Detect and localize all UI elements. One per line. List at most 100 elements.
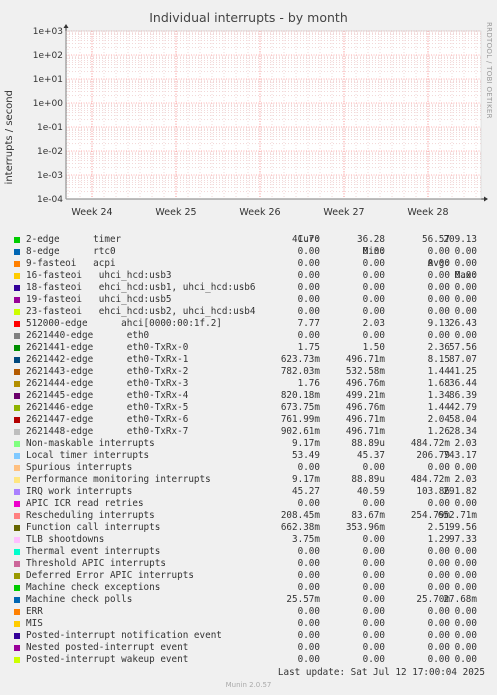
x-tick-label: Week 27 [323, 207, 364, 218]
legend-max: 2.03 [454, 474, 477, 485]
legend-row: 2-edge timer 41.70 36.28 56.57 209.13 [12, 234, 488, 246]
legend-label: Performance monitoring interrupts [26, 474, 211, 485]
legend-min: 0.00 [362, 594, 385, 605]
x-tick-label: Week 26 [239, 207, 280, 218]
x-tick-label: Week 24 [71, 207, 112, 218]
legend-min: 83.67m [351, 510, 385, 521]
legend-swatch [14, 645, 20, 651]
legend-swatch [14, 441, 20, 447]
legend-row: 512000-edge ahci[0000:00:1f.2] 7.77 2.03 9.… [12, 318, 488, 330]
legend-min: 0.00 [362, 558, 385, 569]
legend-label: Machine check exceptions [26, 582, 161, 593]
legend-swatch [14, 513, 20, 519]
legend-cur: 0.00 [297, 546, 320, 557]
legend-cur: 0.00 [297, 630, 320, 641]
legend-row: Local timer interrupts 53.49 45.37 206.79 74… [12, 450, 488, 462]
legend-row: Machine check polls 25.57m 0.00 25.70m 27.68… [12, 594, 488, 606]
legend-swatch [14, 321, 20, 327]
legend-swatch [14, 309, 20, 315]
legend-max: 0.00 [454, 582, 477, 593]
legend-min: 0.00 [362, 606, 385, 617]
legend-label: Rescheduling interrupts [26, 510, 155, 521]
legend-row: 2621446-edge eth0-TxRx-5 673.75m 496.76m 1.… [12, 402, 488, 414]
legend-swatch [14, 453, 20, 459]
legend-label: 9-fasteoi acpi [26, 258, 116, 269]
legend-label: 18-fasteoi ehci_hcd:usb1, uhci_hcd:usb6 [26, 282, 256, 293]
legend-min: 1.50 [362, 342, 385, 353]
legend-cur: 0.00 [297, 642, 320, 653]
legend-label: 8-edge rtc0 [26, 246, 116, 257]
legend-max: 291.82 [443, 486, 477, 497]
legend-label: Non-maskable interrupts [26, 438, 155, 449]
legend-cur: 0.00 [297, 306, 320, 317]
chart: 1e+03 1e+02 1e+01 1e+00 1e-01 1e-02 1e-03 1e-04… [33, 24, 488, 218]
legend-swatch [14, 405, 20, 411]
legend-min: 2.03 [362, 318, 385, 329]
legend-cur: 3.75m [292, 534, 320, 545]
legend-max: 0.00 [454, 546, 477, 557]
legend-swatch [14, 393, 20, 399]
y-tick-label: 1e-03 [37, 171, 63, 181]
legend-label: 2621440-edge eth0 [26, 330, 150, 341]
legend-swatch [14, 549, 20, 555]
legend-max: 0.00 [454, 246, 477, 257]
legend-swatch [14, 369, 20, 375]
legend-row: 2621441-edge eth0-TxRx-0 1.75 1.50 2.36 57.5… [12, 342, 488, 354]
legend-row: TLB shootdowns 3.75m 0.00 1.29 97.33 [12, 534, 488, 546]
legend-max: 0.00 [454, 282, 477, 293]
legend-min: 496.71m [345, 426, 385, 437]
legend-min: 353.96m [345, 522, 385, 533]
legend-label: Local timer interrupts [26, 450, 150, 461]
legend-label: Thermal event interrupts [26, 546, 161, 557]
legend-max: 0.00 [454, 630, 477, 641]
legend-row: 9-fasteoi acpi 0.00 0.00 0.00 0.00 [12, 258, 488, 270]
legend-max: 0.00 [454, 558, 477, 569]
legend-min: 532.58m [345, 366, 385, 377]
legend-label: 19-fasteoi uhci_hcd:usb5 [26, 294, 172, 305]
legend-label: 2621446-edge eth0-TxRx-5 [26, 402, 189, 413]
legend-label: Threshold APIC interrupts [26, 558, 166, 569]
y-tick-label: 1e+03 [33, 27, 63, 37]
legend-label: 2621445-edge eth0-TxRx-4 [26, 390, 189, 401]
y-tick-label: 1e+02 [33, 51, 63, 61]
legend-cur: 53.49 [292, 450, 320, 461]
y-tick-label: 1e+01 [33, 75, 63, 85]
legend-min: 0.00 [362, 294, 385, 305]
legend-swatch [14, 561, 20, 567]
legend-min: 0.00 [362, 462, 385, 473]
legend-swatch [14, 465, 20, 471]
legend-max: 2.03 [454, 438, 477, 449]
legend-label: 2621448-edge eth0-TxRx-7 [26, 426, 189, 437]
legend-max: 0.00 [454, 258, 477, 269]
legend-min: 36.28 [357, 234, 385, 245]
legend-row: Spurious interrupts 0.00 0.00 0.00 0.00 [12, 462, 488, 474]
legend-label: 16-fasteoi uhci_hcd:usb3 [26, 270, 172, 281]
y-tick-label: 1e-04 [37, 195, 63, 205]
legend-cur: 662.38m [280, 522, 320, 533]
legend-swatch [14, 609, 20, 615]
legend-cur: 761.99m [280, 414, 320, 425]
legend-row: MIS 0.00 0.00 0.00 0.00 [12, 618, 488, 630]
legend-min: 0.00 [362, 546, 385, 557]
legend-max: 41.25 [449, 366, 477, 377]
legend-label: 512000-edge ahci[0000:00:1f.2] [26, 318, 222, 329]
legend-min: 0.00 [362, 498, 385, 509]
legend-label: 2621442-edge eth0-TxRx-1 [26, 354, 189, 365]
legend-max: 86.39 [449, 390, 477, 401]
legend-max: 743.17 [443, 450, 477, 461]
legend-min: 0.00 [362, 282, 385, 293]
legend-label: IRQ work interrupts [26, 486, 133, 497]
legend-label: ERR [26, 606, 43, 617]
legend-min: 496.71m [345, 354, 385, 365]
legend-min: 0.00 [362, 582, 385, 593]
legend-swatch [14, 273, 20, 279]
legend-swatch [14, 429, 20, 435]
legend-min: 0.00 [362, 630, 385, 641]
legend-row: Thermal event interrupts 0.00 0.00 0.00 0.00 [12, 546, 488, 558]
legend-max: 57.56 [449, 342, 477, 353]
legend-min: 0.00 [362, 618, 385, 629]
y-tick-label: 1e-01 [37, 123, 63, 133]
legend-max: 0.00 [454, 294, 477, 305]
legend-max: 0.00 [454, 606, 477, 617]
legend-min: 0.00 [362, 270, 385, 281]
